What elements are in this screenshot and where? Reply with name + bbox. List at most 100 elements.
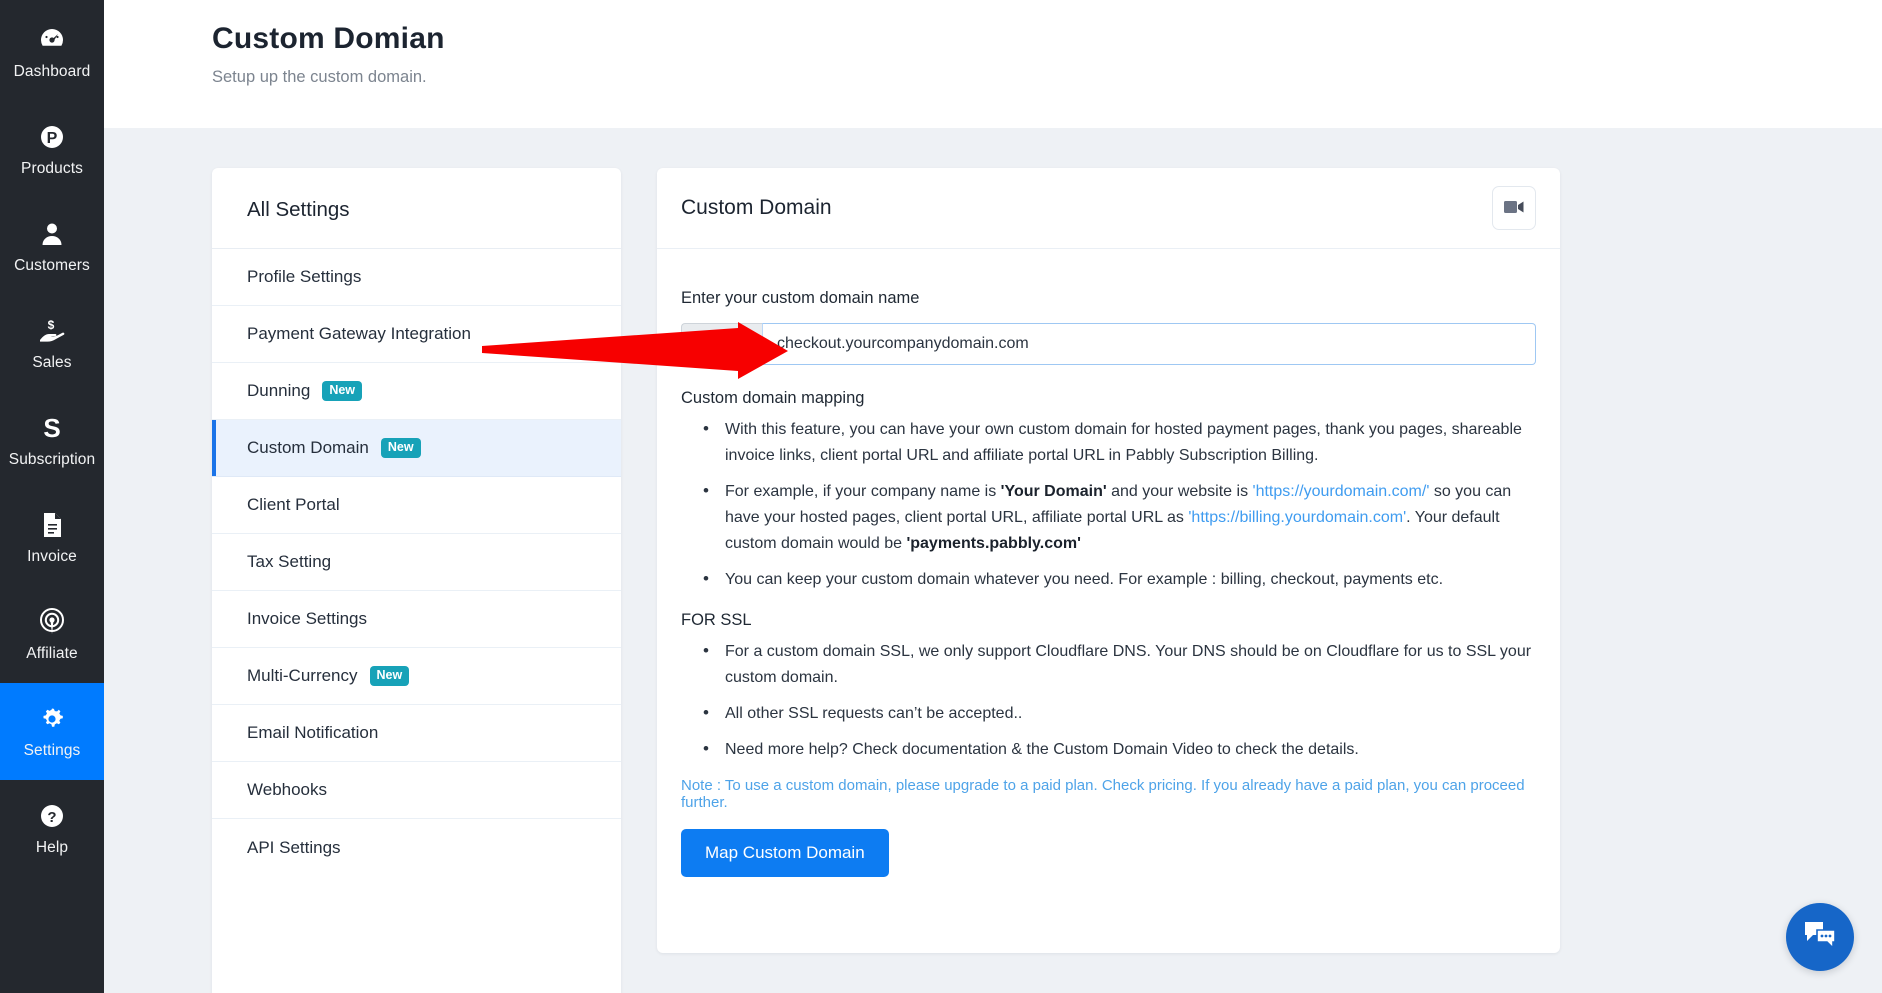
bullet-text: For a custom domain SSL, we only support…	[725, 643, 1532, 686]
info-bullet: For example, if your company name is 'Yo…	[703, 478, 1536, 557]
sidebar-item-label: Sales	[32, 354, 72, 372]
sidebar-item-invoice[interactable]: Invoice	[0, 489, 104, 586]
settings-list-item[interactable]: Client Portal	[212, 477, 621, 534]
settings-list-item[interactable]: Payment Gateway Integration	[212, 306, 621, 363]
settings-item-label: Client Portal	[247, 495, 340, 514]
info-bullet: You can keep your custom domain whatever…	[703, 566, 1536, 593]
main-area: Custom Domian Setup up the custom domain…	[104, 0, 1882, 993]
hand-dollar-icon: $	[37, 316, 67, 346]
broadcast-icon	[37, 607, 67, 637]
ssl-bullet-list: For a custom domain SSL, we only support…	[703, 638, 1536, 763]
person-icon	[37, 219, 67, 249]
info-bullet: Need more help? Check documentation & th…	[703, 736, 1536, 763]
emphasized-text: 'Your Domain'	[1000, 483, 1107, 500]
sidebar-item-help[interactable]: ? Help	[0, 780, 104, 877]
all-settings-title: All Settings	[212, 168, 621, 249]
info-bullet: All other SSL requests can’t be accepted…	[703, 700, 1536, 727]
settings-item-label: Tax Setting	[247, 552, 332, 571]
bullet-text: You can keep your custom domain whatever…	[725, 571, 1444, 588]
sidebar-item-label: Invoice	[27, 548, 77, 566]
svg-text:P: P	[47, 130, 58, 147]
emphasized-text: 'payments.pabbly.com'	[906, 535, 1081, 552]
sidebar-item-products[interactable]: P Products	[0, 101, 104, 198]
inline-link[interactable]: 'https://yourdomain.com/'	[1253, 483, 1430, 500]
page-header: Custom Domian Setup up the custom domain…	[104, 0, 1882, 128]
settings-list-item[interactable]: Dunning New	[212, 363, 621, 420]
sidebar-item-customers[interactable]: Customers	[0, 198, 104, 295]
settings-item-label: Profile Settings	[247, 267, 362, 286]
custom-domain-card-header: Custom Domain	[657, 168, 1560, 249]
mapping-bullet-list: With this feature, you can have your own…	[703, 416, 1536, 593]
settings-list-item[interactable]: Profile Settings	[212, 249, 621, 306]
video-camera-icon	[1504, 200, 1524, 217]
svg-text:S: S	[43, 413, 60, 443]
settings-list-item[interactable]: Invoice Settings	[212, 591, 621, 648]
domain-input-group: https://	[681, 323, 1536, 365]
bullet-text: All other SSL requests can’t be accepted…	[725, 705, 1023, 722]
custom-domain-card: Custom Domain Enter your custom domain n…	[657, 168, 1560, 953]
sidebar-item-subscription[interactable]: S Subscription	[0, 392, 104, 489]
video-help-button[interactable]	[1492, 186, 1536, 230]
bullet-text: For example, if your company name is	[725, 483, 1001, 500]
svg-text:?: ?	[47, 809, 56, 826]
settings-item-label: Custom Domain	[247, 438, 369, 457]
app-root: Dashboard P Products Customers $ Sales S Subscr…	[0, 0, 1882, 993]
bullet-text: Need more help? Check documentation & th…	[725, 741, 1359, 758]
all-settings-card: All Settings Profile Settings Payment Gat…	[212, 168, 621, 993]
content-area: All Settings Profile Settings Payment Gat…	[104, 128, 1882, 993]
chat-bubbles-icon	[1803, 920, 1837, 955]
new-badge: New	[322, 381, 363, 401]
sidebar-item-label: Customers	[14, 257, 90, 275]
settings-list-item[interactable]: API Settings	[212, 819, 621, 876]
primary-sidebar: Dashboard P Products Customers $ Sales S Subscr…	[0, 0, 104, 993]
sidebar-item-label: Dashboard	[13, 63, 91, 81]
sidebar-item-label: Help	[35, 839, 69, 857]
speedometer-icon	[37, 25, 67, 55]
settings-item-label: Dunning	[247, 381, 311, 400]
settings-list-item[interactable]: Custom Domain New	[212, 420, 621, 477]
settings-item-label: Email Notification	[247, 723, 379, 742]
settings-item-label: API Settings	[247, 837, 341, 857]
settings-list-item[interactable]: Email Notification	[212, 705, 621, 762]
map-custom-domain-button[interactable]: Map Custom Domain	[681, 829, 889, 877]
settings-item-label: Multi-Currency	[247, 666, 358, 685]
settings-list-item[interactable]: Webhooks	[212, 762, 621, 819]
bullet-text: With this feature, you can have your own…	[725, 421, 1522, 464]
settings-item-label: Invoice Settings	[247, 609, 368, 628]
document-icon	[37, 510, 67, 540]
settings-item-label: Payment Gateway Integration	[247, 324, 471, 343]
sidebar-item-label: Products	[21, 160, 83, 178]
page-subtitle: Setup up the custom domain.	[212, 68, 427, 86]
gear-icon	[37, 704, 67, 734]
custom-domain-form: Enter your custom domain name https:// C…	[657, 249, 1560, 953]
sidebar-item-label: Affiliate	[26, 645, 78, 663]
mapping-section-title: Custom domain mapping	[681, 389, 865, 407]
ssl-section-title: FOR SSL	[681, 611, 752, 629]
upgrade-note: Note : To use a custom domain, please up…	[681, 777, 1525, 811]
custom-domain-card-title: Custom Domain	[681, 196, 832, 219]
settings-list: Profile Settings Payment Gateway Integrat…	[212, 249, 621, 876]
sidebar-item-label: Subscription	[8, 451, 96, 469]
info-bullet: For a custom domain SSL, we only support…	[703, 638, 1536, 691]
letter-s-icon: S	[37, 413, 67, 443]
sidebar-item-dashboard[interactable]: Dashboard	[0, 4, 104, 101]
question-icon: ?	[37, 801, 67, 831]
settings-item-label: Webhooks	[247, 780, 328, 799]
new-badge: New	[380, 438, 421, 458]
settings-list-item[interactable]: Tax Setting	[212, 534, 621, 591]
custom-domain-input[interactable]	[762, 323, 1536, 365]
info-bullet: With this feature, you can have your own…	[703, 416, 1536, 469]
bullet-text: and your website is	[1106, 483, 1253, 500]
sidebar-item-settings[interactable]: Settings	[0, 683, 104, 780]
chat-widget-button[interactable]	[1786, 903, 1854, 971]
page-title: Custom Domian	[212, 22, 445, 55]
https-prefix-addon: https://	[681, 323, 763, 365]
settings-list-item[interactable]: Multi-Currency New	[212, 648, 621, 705]
sidebar-item-sales[interactable]: $ Sales	[0, 295, 104, 392]
inline-link[interactable]: 'https://billing.yourdomain.com'	[1188, 509, 1406, 526]
svg-text:$: $	[48, 318, 55, 332]
sidebar-item-label: Settings	[23, 742, 81, 760]
sidebar-item-affiliate[interactable]: Affiliate	[0, 586, 104, 683]
domain-input-label: Enter your custom domain name	[681, 289, 920, 307]
new-badge: New	[369, 666, 410, 686]
